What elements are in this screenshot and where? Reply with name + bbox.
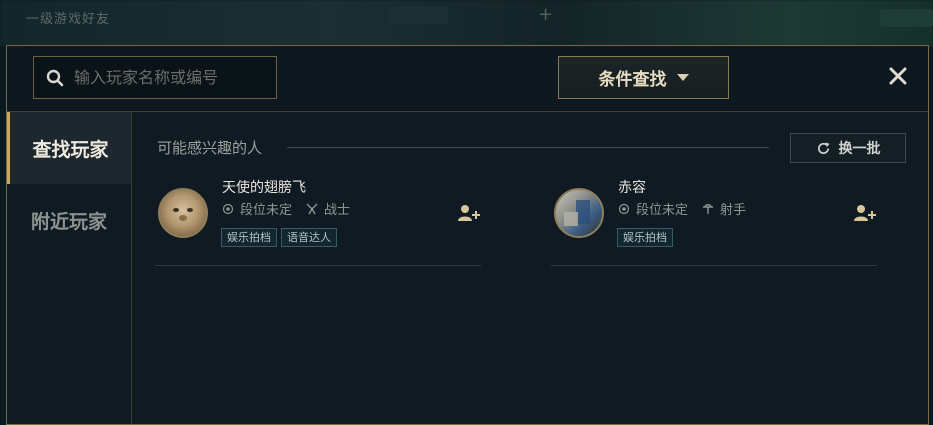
- player-tag: 语音达人: [281, 228, 337, 247]
- background-button: [880, 9, 933, 27]
- find-player-dialog: 条件查找 查找玩家 附近玩家 可能感兴趣的人 换一批: [6, 45, 929, 425]
- filter-search-label: 条件查找: [598, 70, 667, 90]
- warrior-icon: [306, 203, 318, 214]
- sidebar: 查找玩家 附近玩家: [7, 112, 132, 424]
- sidebar-item-nearby-players[interactable]: 附近玩家: [7, 184, 131, 256]
- close-icon[interactable]: [887, 65, 909, 87]
- player-card: 天使的翅膀飞 段位未定 战士 娱乐拍档 语音达人: [155, 179, 481, 266]
- sidebar-item-label: 附近玩家: [30, 210, 107, 233]
- player-name: 天使的翅膀飞: [222, 180, 306, 196]
- search-box[interactable]: [33, 56, 277, 99]
- background-plus-icon: +: [538, 4, 554, 25]
- player-tags: 娱乐拍档: [617, 228, 673, 247]
- background-title: 一级游戏好友: [26, 12, 111, 27]
- player-rank: 段位未定: [636, 203, 689, 218]
- cat-avatar-icon: [173, 208, 193, 221]
- dialog-header: 条件查找: [7, 46, 928, 112]
- section-title: 可能感兴趣的人: [157, 139, 263, 157]
- player-meta: 段位未定 射手: [618, 199, 760, 218]
- rank-icon: [222, 203, 234, 214]
- refresh-label: 换一批: [838, 141, 881, 157]
- player-avatar[interactable]: [554, 188, 604, 238]
- player-meta: 段位未定 战士: [222, 199, 364, 218]
- refresh-button[interactable]: 换一批: [790, 133, 906, 163]
- sidebar-item-find-player[interactable]: 查找玩家: [7, 112, 131, 184]
- player-name: 赤容: [618, 180, 646, 196]
- caret-down-icon: [676, 74, 689, 81]
- refresh-icon: [817, 141, 830, 154]
- background-pill: [388, 6, 448, 24]
- player-role: 战士: [324, 203, 351, 218]
- player-avatar[interactable]: [158, 188, 208, 238]
- sidebar-item-label: 查找玩家: [32, 138, 109, 161]
- player-card: 赤容 段位未定 射手 娱乐拍档: [551, 179, 877, 266]
- section-divider: [287, 147, 769, 148]
- background-header: [0, 0, 933, 46]
- player-rank: 段位未定: [240, 203, 293, 218]
- rank-icon: [618, 203, 630, 214]
- search-input[interactable]: [72, 67, 266, 88]
- filter-search-button[interactable]: 条件查找: [558, 56, 729, 99]
- add-friend-icon[interactable]: [853, 203, 877, 223]
- marksman-icon: [703, 203, 714, 214]
- photo-avatar-icon: [564, 200, 590, 226]
- player-tag: 娱乐拍档: [221, 228, 277, 247]
- player-tag: 娱乐拍档: [617, 228, 673, 247]
- player-role: 射手: [720, 203, 747, 218]
- player-tags: 娱乐拍档 语音达人: [221, 228, 337, 247]
- search-icon: [46, 69, 64, 86]
- add-friend-icon[interactable]: [457, 203, 481, 223]
